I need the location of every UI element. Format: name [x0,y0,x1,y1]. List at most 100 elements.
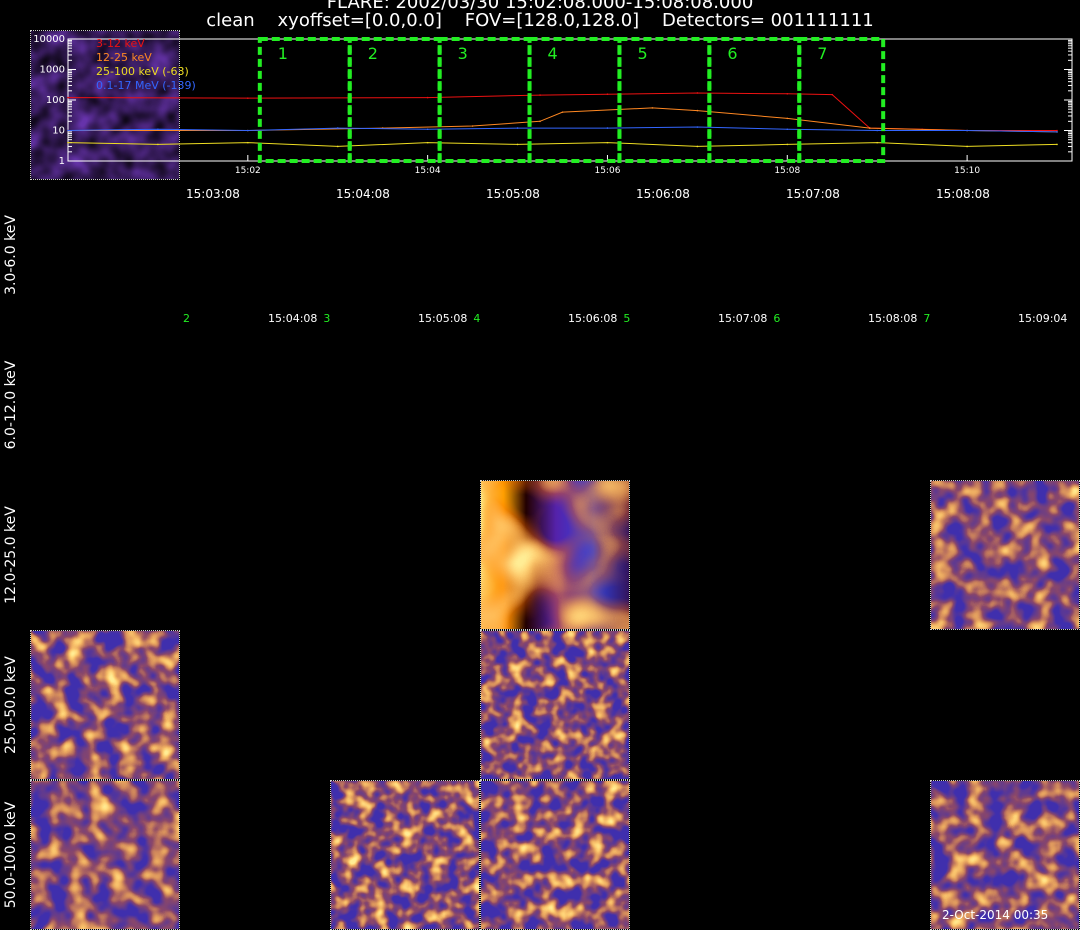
tile-yellow-layer [931,481,1079,629]
interval-number: 6 [727,44,737,63]
series-point [696,109,699,112]
clean-image-tile [480,630,630,780]
energy-band-label: 50.0-100.0 keV [3,801,19,909]
interval-row-number: 4 [473,312,481,325]
clean-image-tile [30,630,180,780]
interval-number: 1 [278,44,288,63]
series-point [157,143,159,146]
clean-image-map [331,781,479,929]
series-point [426,96,429,99]
series-point [651,107,654,109]
y-tick-label: 10000 [33,34,65,45]
lightcurve-chart: 10000 1000 100 10 1 15:02 15:04 15:06 15:08 15:10… [33,34,1073,176]
interval-row-item: 15:05:08 4 [418,312,480,325]
interval-row-item: 15:07:08 6 [718,312,780,325]
interval-row-number: 6 [773,312,781,325]
clean-image-map [481,481,629,629]
energy-band-label: 6.0-12.0 keV [3,360,19,450]
x-tick-label: 15:06 [594,166,620,176]
interval-number: 5 [637,44,647,63]
interval-start-time: 15:04:08 [336,187,390,201]
series-point [696,92,699,94]
interval-row-time: 15:04:08 [268,312,318,325]
clean-image-map [31,631,179,779]
series-point [606,141,609,144]
series-point [876,141,878,144]
series-point [876,129,878,132]
series-point [426,141,429,144]
clean-image-tile [480,780,630,930]
tile-yellow-layer [31,631,179,779]
clean-image-tile [930,480,1080,630]
series-point [786,117,789,120]
interval-box [617,37,712,163]
interval-start-time: 15:07:08 [786,187,840,201]
x-tick-label: 15:10 [954,166,980,176]
series-point [516,127,519,129]
interval-box [707,37,802,163]
legend-entry: 0.1-17 MeV (-139) [96,79,196,92]
series-point [247,129,249,132]
interval-number: 3 [458,44,468,63]
interval-row-number: 5 [623,312,631,325]
series-point [67,129,69,132]
datestamp: 2-Oct-2014 00:35 [942,908,1049,922]
x-tick-label: 15:04 [415,166,441,176]
series-point [1056,129,1058,132]
interval-row-time: 15:09:04 [1018,312,1068,325]
interval-box [257,37,352,163]
interval-row-time: 15:05:08 [418,312,468,325]
series-point [157,128,159,131]
interval-number: 4 [548,44,558,63]
clean-image-map [931,481,1079,629]
clean-image-map [481,631,629,779]
chart-subtitle: clean xyoffset=[0.0,0.0] FOV=[128.0,128.… [206,10,874,31]
series-point [786,128,789,131]
interval-row-item: 15:08:08 7 [868,312,930,325]
series-point [1056,131,1058,133]
series-point [868,127,871,129]
y-tick-label: 100 [46,95,65,106]
clean-image-tile [330,780,480,930]
series-point [539,94,541,96]
interval-row-number: 2 [183,312,190,325]
tile-yellow-layer [331,781,479,929]
interval-start-time: 15:05:08 [486,187,540,201]
interval-row-item: 15:09:04 [1018,312,1067,325]
x-tick-label: 15:08 [774,166,800,176]
clean-image-map [31,781,179,929]
y-tick-label: 1000 [40,65,65,76]
y-tick-label: 10 [52,126,65,137]
series-point [516,143,519,146]
energy-band-label: 25.0-50.0 keV [3,656,19,754]
series-point [696,145,699,148]
series-point [471,125,474,127]
energy-band-label: 3.0-6.0 keV [3,215,19,295]
series-line-2 [67,142,1058,147]
clean-image-map [481,781,629,929]
interval-row-item: 15:06:08 5 [568,312,630,325]
tile-yellow-layer [31,781,179,929]
series-point [67,141,69,144]
series-point [966,129,968,132]
legend-entry: 12-25 keV [96,51,152,64]
series-point [1056,143,1058,146]
interval-start-time: 15:03:08 [186,187,240,201]
series-point [426,128,429,131]
series-point [831,93,834,96]
legend-entry: 3-12 keV [96,37,145,50]
energy-band-label: 12.0-25.0 keV [3,506,19,604]
tile-yellow-layer [481,481,629,629]
interval-start-time: 15:06:08 [636,187,690,201]
interval-number: 7 [817,44,827,63]
series-point [336,127,339,129]
interval-number: 2 [368,44,378,63]
series-point [561,111,564,113]
series-point [786,92,789,95]
interval-row-item: 2 [183,312,190,325]
x-tick-label: 15:02 [235,166,261,176]
series-point [606,93,609,95]
y-tick-label: 1 [59,156,65,167]
series-point [67,96,69,99]
tile-yellow-layer [481,781,629,929]
